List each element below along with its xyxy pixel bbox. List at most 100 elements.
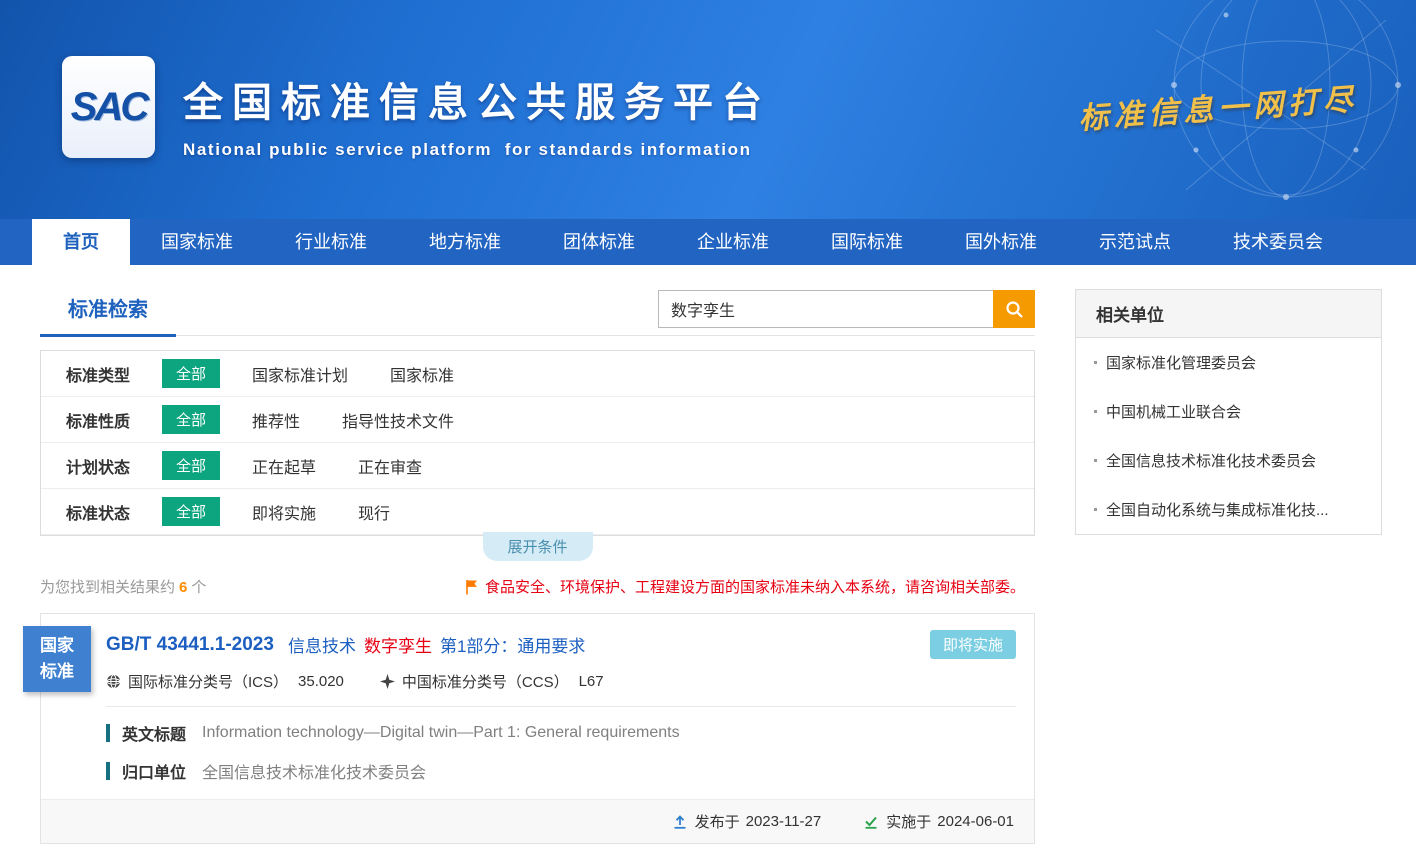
filter-option[interactable]: 推荐性 <box>252 408 300 432</box>
nav-item-foreign-standards[interactable]: 国外标准 <box>934 219 1068 265</box>
main-area: 标准检索 标准类型 全部 国家标准计划 国家标准 标准性质 <box>0 265 1416 844</box>
search-widget <box>658 290 1035 328</box>
bullet-icon <box>1094 410 1097 413</box>
filter-label: 标准状态 <box>66 500 162 524</box>
nav-item-international-standards[interactable]: 国际标准 <box>800 219 934 265</box>
filter-all-button[interactable]: 全部 <box>162 405 220 434</box>
results-summary-prefix: 为您找到相关结果约 <box>40 579 175 596</box>
related-units-panel: 相关单位 国家标准化管理委员会 中国机械工业联合会 全国信息技术标准化技术委员会… <box>1075 289 1382 535</box>
filter-row-standard-nature: 标准性质 全部 推荐性 指导性技术文件 <box>41 397 1034 443</box>
flag-icon <box>465 579 479 595</box>
publish-upload-icon <box>672 814 688 830</box>
standard-title-post[interactable]: 第1部分：通用要求 <box>440 632 585 657</box>
publish-label: 发布于 <box>695 811 740 832</box>
implement-check-icon <box>863 814 879 830</box>
results-count: 6 <box>179 579 187 596</box>
filter-option[interactable]: 正在起草 <box>252 454 316 478</box>
filter-option[interactable]: 现行 <box>358 500 390 524</box>
filter-row-standard-status: 标准状态 全部 即将实施 现行 <box>41 489 1034 535</box>
committee-label: 归口单位 <box>122 759 186 783</box>
ccs-value: L67 <box>579 673 604 690</box>
sac-logo-text: SAC <box>71 85 146 130</box>
filter-all-button[interactable]: 全部 <box>162 359 220 388</box>
related-units-title: 相关单位 <box>1076 290 1381 338</box>
nav-item-group-standards[interactable]: 团体标准 <box>532 219 666 265</box>
filter-option[interactable]: 国家标准计划 <box>252 362 348 386</box>
site-title: 全国标准信息公共服务平台 <box>183 70 771 128</box>
search-icon <box>1005 300 1024 319</box>
standard-title-pre[interactable]: 信息技术 <box>288 632 356 657</box>
nav-item-enterprise-standards[interactable]: 企业标准 <box>666 219 800 265</box>
english-title-row: 英文标题 Information technology—Digital twin… <box>41 707 1034 745</box>
bullet-icon <box>1094 508 1097 511</box>
badge-line-2: 标准 <box>23 659 91 685</box>
ics-label: 国际标准分类号（ICS） <box>128 671 288 692</box>
ics-value: 35.020 <box>298 673 344 690</box>
compass-icon <box>380 674 395 689</box>
related-unit-label: 全国信息技术标准化技术委员会 <box>1106 450 1316 471</box>
standard-code-link[interactable]: GB/T 43441.1-2023 <box>106 634 274 656</box>
english-title-label: 英文标题 <box>122 721 186 745</box>
related-unit-label: 全国自动化系统与集成标准化技... <box>1106 499 1329 520</box>
publish-date: 2023-11-27 <box>746 813 822 830</box>
filter-option[interactable]: 正在审查 <box>358 454 422 478</box>
nav-item-industry-standards[interactable]: 行业标准 <box>264 219 398 265</box>
ccs-label: 中国标准分类号（CCS） <box>402 671 569 692</box>
site-header: SAC 全国标准信息公共服务平台 National public service… <box>0 0 1416 219</box>
publish-date-item: 发布于 2023-11-27 <box>672 811 822 832</box>
expand-conditions-button[interactable]: 展开条件 <box>482 532 592 561</box>
filter-row-standard-type: 标准类型 全部 国家标准计划 国家标准 <box>41 351 1034 397</box>
national-standard-badge: 国家 标准 <box>23 626 91 692</box>
committee-value: 全国信息技术标准化技术委员会 <box>202 759 426 783</box>
nav-item-national-standards[interactable]: 国家标准 <box>130 219 264 265</box>
sac-logo[interactable]: SAC <box>62 56 155 158</box>
badge-line-1: 国家 <box>23 633 91 659</box>
filter-row-plan-status: 计划状态 全部 正在起草 正在审查 <box>41 443 1034 489</box>
related-unit-label: 国家标准化管理委员会 <box>1106 352 1256 373</box>
site-subtitle: National public service platform for sta… <box>183 140 771 160</box>
search-input[interactable] <box>658 290 993 328</box>
filter-option[interactable]: 即将实施 <box>252 500 316 524</box>
filter-all-button[interactable]: 全部 <box>162 451 220 480</box>
status-badge: 即将实施 <box>930 630 1016 659</box>
nav-item-home[interactable]: 首页 <box>32 219 130 265</box>
card-title-row: GB/T 43441.1-2023 信息技术 数字孪生 第1部分：通用要求 即将… <box>41 614 1034 667</box>
results-summary: 为您找到相关结果约6个 <box>40 576 206 597</box>
search-button[interactable] <box>993 290 1035 328</box>
site-title-block: 全国标准信息公共服务平台 National public service pla… <box>183 70 771 160</box>
notice-text: 食品安全、环境保护、工程建设方面的国家标准未纳入本系统，请咨询相关部委。 <box>485 576 1025 597</box>
related-unit-item[interactable]: 全国信息技术标准化技术委员会 <box>1076 436 1381 485</box>
filter-label: 标准性质 <box>66 408 162 432</box>
implement-label: 实施于 <box>886 811 931 832</box>
standard-result-card: 国家 标准 GB/T 43441.1-2023 信息技术 数字孪生 第1部分：通… <box>40 613 1035 844</box>
english-title-value: Information technology—Digital twin—Part… <box>202 724 680 742</box>
related-unit-item[interactable]: 中国机械工业联合会 <box>1076 387 1381 436</box>
bullet-icon <box>1094 459 1097 462</box>
filter-option[interactable]: 国家标准 <box>390 362 454 386</box>
filter-panel: 标准类型 全部 国家标准计划 国家标准 标准性质 全部 推荐性 指导性技术文件 … <box>40 350 1035 536</box>
filter-label: 标准类型 <box>66 362 162 386</box>
implement-date: 2024-06-01 <box>937 813 1014 830</box>
content-column: 标准检索 标准类型 全部 国家标准计划 国家标准 标准性质 <box>40 289 1035 844</box>
related-unit-item[interactable]: 国家标准化管理委员会 <box>1076 338 1381 387</box>
standard-title-highlight[interactable]: 数字孪生 <box>364 632 432 657</box>
filter-option[interactable]: 指导性技术文件 <box>342 408 454 432</box>
filter-all-button[interactable]: 全部 <box>162 497 220 526</box>
card-meta-row: 国际标准分类号（ICS） 35.020 中国标准分类号（CCS） L67 <box>106 671 1016 707</box>
nav-item-technical-committees[interactable]: 技术委员会 <box>1202 219 1354 265</box>
filter-label: 计划状态 <box>66 454 162 478</box>
related-unit-label: 中国机械工业联合会 <box>1106 401 1241 422</box>
related-unit-item[interactable]: 全国自动化系统与集成标准化技... <box>1076 485 1381 534</box>
globe-icon <box>106 674 121 689</box>
results-summary-suffix: 个 <box>191 579 206 596</box>
bullet-icon <box>1094 361 1097 364</box>
search-section: 标准检索 <box>40 289 1035 336</box>
card-footer: 发布于 2023-11-27 实施于 2024-06-01 <box>41 799 1034 843</box>
tab-standard-search[interactable]: 标准检索 <box>40 289 176 337</box>
nav-item-pilot-programs[interactable]: 示范试点 <box>1068 219 1202 265</box>
nav-item-local-standards[interactable]: 地方标准 <box>398 219 532 265</box>
teal-bar-decoration <box>106 724 110 742</box>
system-notice: 食品安全、环境保护、工程建设方面的国家标准未纳入本系统，请咨询相关部委。 <box>465 576 1035 597</box>
main-nav: 首页 国家标准 行业标准 地方标准 团体标准 企业标准 国际标准 国外标准 示范… <box>0 219 1416 265</box>
implement-date-item: 实施于 2024-06-01 <box>863 811 1014 832</box>
